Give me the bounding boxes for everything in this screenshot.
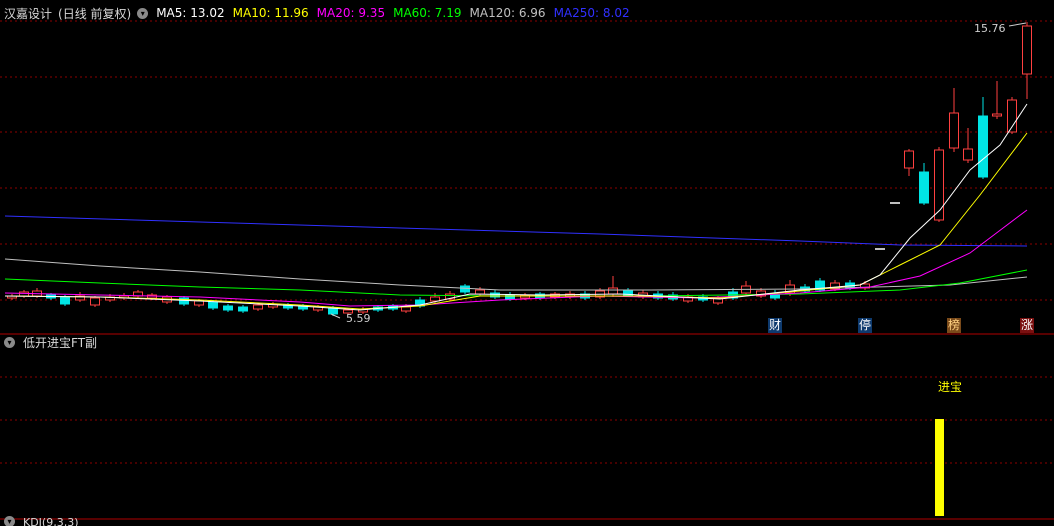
candle-body — [475, 289, 485, 295]
stock-chart-window: 汉嘉设计 (日线 前复权) ▾ MA5: 13.02 MA10: 11.96 MA2… — [0, 0, 1054, 526]
period-label: (日线 前复权) — [58, 6, 132, 21]
candle-body — [608, 287, 618, 295]
signal-bar — [935, 419, 944, 516]
candle-body — [919, 171, 929, 204]
candle-body — [1022, 25, 1032, 75]
candle-body — [992, 113, 1002, 117]
ma5-line — [4, 103, 1028, 311]
candle-body — [934, 149, 944, 221]
candle-body — [460, 285, 470, 293]
event-badge-0[interactable]: 财 — [768, 318, 782, 333]
ma20-line — [4, 209, 1028, 307]
low-price-label: 5.59 — [346, 312, 371, 325]
candle-body — [253, 304, 263, 310]
stock-name: 汉嘉设计 — [4, 6, 53, 21]
ma250-line — [4, 215, 1028, 247]
candle-body — [223, 305, 233, 311]
ma-indicator-0: MA5: 13.02 — [156, 6, 225, 20]
signal-label: 进宝 — [938, 380, 963, 394]
candle-body — [179, 297, 189, 305]
chevron-down-icon[interactable]: ▾ — [137, 7, 149, 19]
candle-body — [60, 296, 70, 305]
ma-indicator-list: MA5: 13.02 MA10: 11.96 MA20: 9.35 MA60: 7.1… — [156, 6, 637, 20]
low-price-arrow — [330, 313, 341, 319]
kdj-header: ▾ KDJ(9,3,3) — [0, 516, 87, 526]
ma-indicator-1: MA10: 11.96 — [232, 6, 309, 20]
candle-body — [963, 148, 973, 161]
sub-indicator-name: 低开进宝FT副 — [23, 335, 98, 350]
ma-indicator-2: MA20: 9.35 — [316, 6, 386, 20]
main-chart-header: 汉嘉设计 (日线 前复权) ▾ MA5: 13.02 MA10: 11.96 MA2… — [0, 2, 646, 24]
event-badge-1[interactable]: 停 — [858, 318, 872, 333]
event-badge-2[interactable]: 榜 — [947, 318, 961, 333]
candle-body — [401, 306, 411, 312]
candle-body — [90, 297, 100, 306]
ma60-line — [4, 269, 1028, 297]
candle-body — [949, 112, 959, 149]
candle-body — [208, 301, 218, 309]
chart-canvas[interactable] — [0, 0, 1054, 526]
kdj-label: KDJ(9,3,3) — [23, 516, 79, 526]
candle-body — [430, 296, 440, 302]
high-price-label: 15.76 — [974, 22, 1006, 35]
ma-indicator-3: MA60: 7.19 — [393, 6, 462, 20]
sub-chart-header: ▾ 低开进宝FT副 — [0, 331, 105, 353]
chevron-down-icon[interactable]: ▾ — [4, 336, 15, 348]
event-badge-3[interactable]: 涨 — [1020, 318, 1034, 333]
candle-body — [904, 150, 914, 169]
candle-body — [19, 291, 29, 297]
ma-indicator-4: MA120: 6.96 — [469, 6, 546, 20]
candle-body — [978, 115, 988, 178]
chevron-down-icon[interactable]: ▾ — [4, 516, 15, 526]
ma-indicator-5: MA250: 8.02 — [553, 6, 630, 20]
candle-body — [238, 306, 248, 312]
